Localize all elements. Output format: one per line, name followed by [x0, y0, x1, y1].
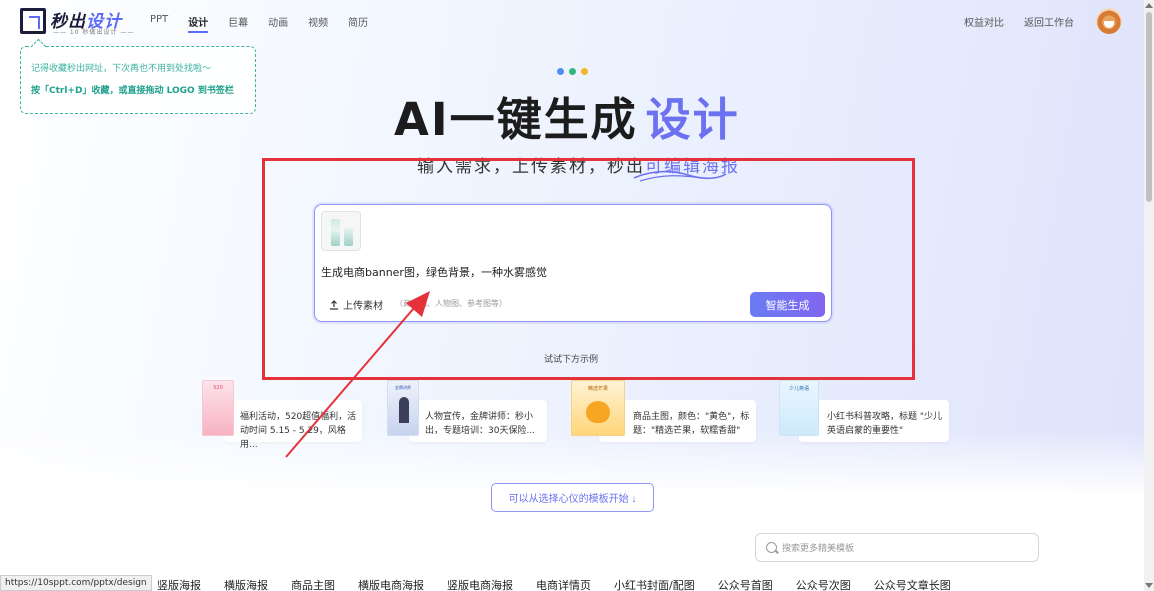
example-thumb-1: 520	[202, 380, 234, 436]
category-tab[interactable]: 公众号首图	[718, 577, 773, 591]
example-thumb-3: 精选芒果	[571, 380, 625, 436]
category-tab[interactable]: 公众号文章长图	[874, 577, 951, 591]
category-tab[interactable]: 电商详情页	[536, 577, 591, 591]
logo-subtitle: —— 10 秒做出设计 ——	[53, 29, 135, 36]
status-bar-url: https://10sppt.com/pptx/design	[0, 575, 152, 591]
example-text-4: 小红书科普攻略，标题 "少儿英语启蒙的重要性"	[827, 412, 943, 436]
template-search-input[interactable]	[782, 540, 1022, 556]
user-avatar[interactable]	[1096, 8, 1122, 34]
scroll-thumb[interactable]	[1146, 12, 1152, 202]
nav-design[interactable]: 设计	[188, 14, 209, 33]
category-tabs: 竖版海报 横版海报 商品主图 横版电商海报 竖版电商海报 电商详情页 小红书封面…	[157, 577, 951, 591]
example-card-4[interactable]: 少儿英语 小红书科普攻略，标题 "少儿英语启蒙的重要性"	[779, 380, 949, 442]
hero-title: AI一键生成 设计	[394, 83, 740, 148]
page: 秒出设计 —— 10 秒做出设计 —— PPT 设计 巨幕 动画 视频 简历 权…	[0, 0, 1144, 591]
category-tab[interactable]: 竖版电商海报	[447, 577, 513, 591]
template-search-box	[755, 533, 1039, 562]
logo-icon	[20, 8, 46, 34]
nav-animation[interactable]: 动画	[268, 14, 288, 29]
bookmark-tip: 记得收藏秒出网址，下次再也不用到处找啦～ 按「Ctrl+D」收藏，或直接拖动 L…	[20, 46, 256, 114]
example-thumb-4: 少儿英语	[779, 380, 819, 436]
nav-resume[interactable]: 简历	[348, 14, 368, 29]
scroll-down-arrow[interactable]	[1145, 583, 1153, 588]
dot-blue	[557, 68, 564, 75]
category-tab[interactable]: 公众号次图	[796, 577, 851, 591]
example-thumb-title: 520	[213, 385, 223, 391]
top-header: 秒出设计 —— 10 秒做出设计 —— PPT 设计 巨幕 动画 视频 简历 权…	[0, 0, 1144, 42]
benefits-compare-link[interactable]: 权益对比	[964, 14, 1004, 29]
back-to-workspace-link[interactable]: 返回工作台	[1024, 14, 1074, 29]
search-icon	[766, 542, 777, 553]
nav-video[interactable]: 视频	[308, 14, 328, 29]
logo[interactable]: 秒出设计 —— 10 秒做出设计 ——	[20, 8, 133, 36]
choose-template-button[interactable]: 可以从选择心仪的模板开始 ↓	[491, 483, 654, 512]
main-nav: PPT 设计 巨幕 动画 视频 简历	[150, 14, 368, 33]
tip-line-2: 按「Ctrl+D」收藏，或直接拖动 LOGO 到书签栏	[31, 86, 234, 96]
annotation-arrow	[285, 291, 430, 458]
category-tab[interactable]: 商品主图	[291, 577, 335, 591]
category-tab[interactable]: 小红书封面/配图	[614, 577, 695, 591]
hero-title-main: AI一键生成	[394, 93, 638, 146]
example-thumb-title: 少儿英语	[788, 386, 809, 392]
hero-title-highlight: 设计	[645, 93, 740, 146]
category-tab[interactable]: 横版海报	[224, 577, 268, 591]
right-nav: 权益对比 返回工作台	[964, 14, 1074, 29]
tip-line-1: 记得收藏秒出网址，下次再也不用到处找啦～	[31, 64, 212, 74]
category-tab[interactable]: 横版电商海报	[358, 577, 424, 591]
nav-ppt[interactable]: PPT	[150, 14, 168, 29]
scroll-up-arrow[interactable]	[1145, 3, 1153, 8]
decor-dots	[557, 68, 588, 75]
mango-shape	[586, 401, 610, 423]
example-text-2: 人物宣传，金牌讲师：秒小出，专题培训：30天保险...	[425, 412, 536, 436]
nav-screen[interactable]: 巨幕	[228, 14, 248, 29]
example-thumb-title: 精选芒果	[587, 386, 608, 392]
example-card-3[interactable]: 精选芒果 商品主图，颜色："黄色"，标题："精选芒果，软糯香甜"	[571, 380, 756, 442]
example-text-3: 商品主图，颜色："黄色"，标题："精选芒果，软糯香甜"	[633, 412, 750, 436]
category-tab[interactable]: 竖版海报	[157, 577, 201, 591]
dot-green	[569, 68, 576, 75]
dot-yellow	[581, 68, 588, 75]
vertical-scrollbar[interactable]	[1144, 0, 1154, 591]
